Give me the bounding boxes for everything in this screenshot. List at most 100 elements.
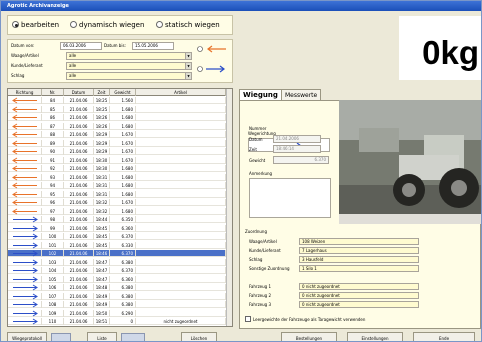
table-row[interactable]: 85 21.04.06 18:25 1.680 bbox=[8, 105, 226, 113]
arrow-right-filter-icon[interactable] bbox=[196, 64, 228, 74]
ende-button[interactable]: Ende bbox=[413, 332, 475, 341]
row-gewicht: 6.350 bbox=[110, 216, 136, 223]
row-artikel bbox=[136, 267, 226, 274]
table-row[interactable]: 98 21.04.06 18:44 6.350 bbox=[8, 216, 226, 223]
arrow-right-icon bbox=[8, 258, 42, 266]
row-datum: 21.04.06 bbox=[64, 165, 94, 172]
table-row[interactable]: 104 21.04.06 18:47 6.370 bbox=[8, 267, 226, 274]
excel-icon[interactable] bbox=[121, 333, 145, 341]
arrow-left-icon bbox=[8, 97, 42, 104]
row-datum: 21.04.06 bbox=[64, 233, 94, 240]
einstellungen-button[interactable]: Einstellungen bbox=[347, 332, 403, 341]
row-gewicht: 6.360 bbox=[110, 224, 136, 232]
row-gewicht: 1.670 bbox=[110, 139, 136, 147]
row-artikel bbox=[136, 309, 226, 317]
row-datum: 21.04.06 bbox=[64, 284, 94, 291]
table-row[interactable]: 86 21.04.06 18:26 1.680 bbox=[8, 114, 226, 121]
table-row[interactable]: 87 21.04.06 18:26 1.680 bbox=[8, 122, 226, 130]
table-row[interactable]: 97 21.04.06 18:32 1.680 bbox=[8, 207, 226, 215]
arrow-left-icon bbox=[8, 148, 42, 155]
schlag-select[interactable]: alle ▼ bbox=[66, 72, 192, 80]
table-row[interactable]: 106 21.04.06 18:48 6.380 bbox=[8, 284, 226, 291]
table-row[interactable]: 101 21.04.06 18:45 6.330 bbox=[8, 241, 226, 249]
row-zeit: 18:26 bbox=[94, 122, 110, 130]
arrow-left-icon bbox=[8, 173, 42, 181]
arrow-right-icon bbox=[8, 284, 42, 291]
mode-dynamisch-radio[interactable]: dynamisch wiegen bbox=[70, 21, 144, 30]
col-datum[interactable]: Datum bbox=[64, 89, 94, 96]
zuordnung-label: Schlag bbox=[249, 257, 263, 262]
grid-scrollbar[interactable] bbox=[226, 89, 232, 326]
row-gewicht: 6.380 bbox=[110, 301, 136, 308]
arrow-left-icon bbox=[8, 156, 42, 164]
table-row[interactable]: 90 21.04.06 18:29 1.670 bbox=[8, 148, 226, 155]
zuordnung-select[interactable]: 108 Weizen bbox=[299, 238, 419, 245]
anmerkung-textarea[interactable] bbox=[249, 178, 331, 218]
datum-field[interactable]: 21.04.2006 bbox=[273, 135, 321, 143]
table-row[interactable]: 103 21.04.06 18:47 6.380 bbox=[8, 258, 226, 266]
table-row[interactable]: 93 21.04.06 18:31 1.680 bbox=[8, 173, 226, 181]
row-zeit: 18:26 bbox=[94, 114, 110, 121]
zeit-field[interactable]: 18:46:14 bbox=[273, 145, 321, 153]
table-row[interactable]: 92 21.04.06 18:30 1.680 bbox=[8, 165, 226, 172]
fahrzeug-select[interactable]: 0 nicht zugeordnet bbox=[299, 292, 419, 299]
gewicht-field: 6.370 bbox=[273, 156, 329, 164]
arrow-right-icon bbox=[8, 233, 42, 240]
table-row[interactable]: 94 21.04.06 18:31 1.680 bbox=[8, 182, 226, 189]
fahrzeug-select[interactable]: 0 nicht zugeordnet bbox=[299, 301, 419, 308]
datum-von-field[interactable]: 06.03.2006 bbox=[60, 42, 102, 50]
table-row[interactable]: 108 21.04.06 18:49 6.380 bbox=[8, 301, 226, 308]
table-row[interactable]: 91 21.04.06 18:30 1.670 bbox=[8, 156, 226, 164]
arrow-left-filter-icon[interactable] bbox=[196, 44, 228, 54]
row-gewicht: 6.370 bbox=[110, 233, 136, 240]
zuordnung-select[interactable]: 1 Silo 1 bbox=[299, 265, 419, 272]
row-nr: 98 bbox=[42, 216, 64, 223]
tara-checkbox[interactable] bbox=[245, 316, 251, 322]
col-zeit[interactable]: Zeit bbox=[94, 89, 110, 96]
table-row[interactable]: 107 21.04.06 18:49 6.380 bbox=[8, 292, 226, 300]
table-row[interactable]: 95 21.04.06 18:31 1.680 bbox=[8, 190, 226, 198]
row-datum: 21.04.06 bbox=[64, 309, 94, 317]
table-row[interactable]: 88 21.04.06 18:29 1.670 bbox=[8, 131, 226, 138]
table-row[interactable]: 89 21.04.06 18:29 1.670 bbox=[8, 139, 226, 147]
bestellungen-button[interactable]: Bestellungen bbox=[281, 332, 337, 341]
mode-statisch-radio[interactable]: statisch wiegen bbox=[156, 21, 220, 30]
fahrzeug-select[interactable]: 0 nicht zugeordnet bbox=[299, 283, 419, 290]
col-gewicht[interactable]: Gewicht bbox=[110, 89, 136, 96]
waage-select[interactable]: alle ▼ bbox=[66, 52, 192, 60]
table-row[interactable]: 99 21.04.06 18:45 6.360 bbox=[8, 224, 226, 232]
table-row[interactable]: 109 21.04.06 18:50 6.290 bbox=[8, 309, 226, 317]
wiegeprotokoll-button[interactable]: Wiegeprotokoll bbox=[7, 332, 47, 341]
row-artikel bbox=[136, 233, 226, 240]
table-row[interactable]: 84 21.04.06 18:25 1.560 bbox=[8, 97, 226, 104]
table-row[interactable]: 96 21.04.06 18:32 1.670 bbox=[8, 199, 226, 206]
mode-bearbeiten-radio[interactable]: bearbeiten bbox=[12, 21, 59, 30]
fahrzeug-label: Fahrzeug 1 bbox=[249, 284, 272, 289]
weighing-grid[interactable]: Richtung Nr. Datum Zeit Gewicht Artikel … bbox=[7, 88, 233, 327]
table-row[interactable]: 100 21.04.06 18:45 6.370 bbox=[8, 233, 226, 240]
row-artikel bbox=[136, 131, 226, 138]
datum-bis-field[interactable]: 15.05.2006 bbox=[132, 42, 174, 50]
row-zeit: 18:25 bbox=[94, 97, 110, 104]
window-title: Agrotic Archivanzeige bbox=[1, 1, 481, 11]
liste-button[interactable]: Liste bbox=[87, 332, 117, 341]
kunde-select[interactable]: alle ▼ bbox=[66, 62, 192, 70]
col-artikel[interactable]: Artikel bbox=[136, 89, 226, 96]
table-row[interactable]: 110 21.04.06 18:51 0 nicht zugeordnet bbox=[8, 318, 226, 325]
print-icon[interactable] bbox=[51, 333, 71, 341]
row-artikel: nicht zugeordnet bbox=[136, 318, 226, 325]
col-nr[interactable]: Nr. bbox=[42, 89, 64, 96]
table-row[interactable]: 105 21.04.06 18:47 6.360 bbox=[8, 275, 226, 283]
zuordnung-select[interactable]: 3 Hausfeld bbox=[299, 256, 419, 263]
loeschen-button[interactable]: Löschen bbox=[181, 332, 217, 341]
row-gewicht: 6.330 bbox=[110, 241, 136, 249]
gewicht-label: Gewicht bbox=[249, 158, 266, 163]
row-gewicht: 1.680 bbox=[110, 122, 136, 130]
table-row[interactable]: 102 21.04.06 18:46 6.370 bbox=[8, 250, 226, 257]
vehicle-photo bbox=[339, 100, 481, 224]
tab-wiegung[interactable]: Wiegung bbox=[239, 89, 282, 100]
tab-messwerte[interactable]: Messwerte bbox=[281, 89, 322, 100]
col-richtung[interactable]: Richtung bbox=[8, 89, 42, 96]
row-artikel bbox=[136, 284, 226, 291]
zuordnung-select[interactable]: 7 Lagerhaus bbox=[299, 247, 419, 254]
